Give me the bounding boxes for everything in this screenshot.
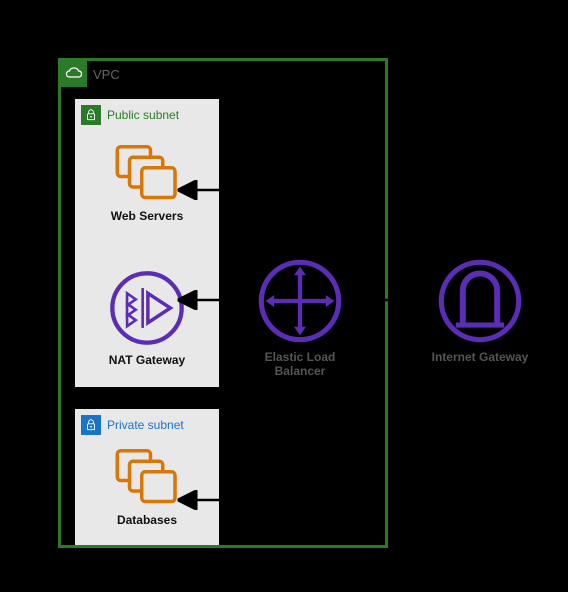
arrow-elb-to-webservers [180,190,252,300]
connection-arrows [0,0,568,592]
arrow-elb-to-databases [180,300,252,500]
